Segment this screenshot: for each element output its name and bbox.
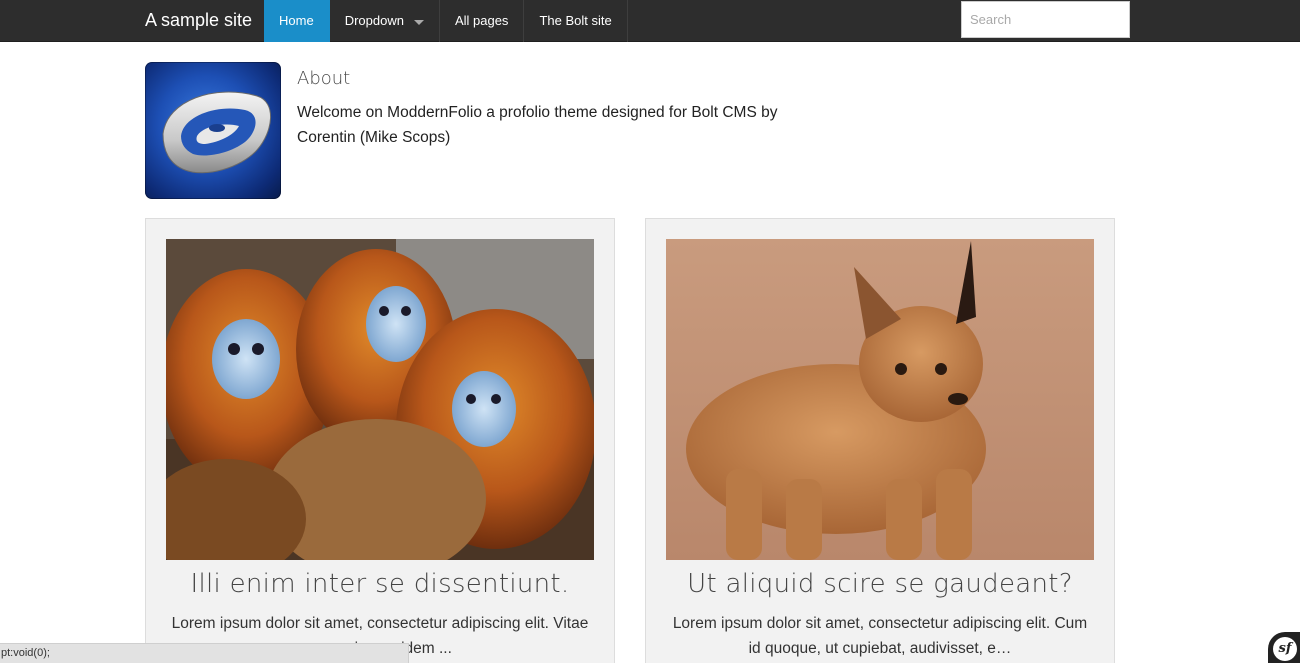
main-nav: Home Dropdown All pages The Bolt site [264, 0, 628, 42]
card-excerpt: Lorem ipsum dolor sit amet, consectetur … [672, 615, 1088, 657]
nav-item-label: Dropdown [344, 13, 404, 28]
caret-down-icon [413, 19, 424, 25]
nav-item-dropdown[interactable]: Dropdown [330, 0, 440, 42]
caracal-photo[interactable] [666, 239, 1094, 560]
portfolio-card: Ut aliquid scire se gaudeant? Lorem ipsu… [645, 218, 1115, 663]
symfony-icon: sf [1273, 637, 1297, 661]
monkeys-image [166, 239, 594, 560]
site-brand-link[interactable]: A sample site [145, 0, 252, 42]
about-title: About [297, 68, 351, 89]
card-title[interactable]: Illi enim inter se dissentiunt. [146, 569, 614, 599]
portfolio-card: Illi enim inter se dissentiunt. Lorem ip… [145, 218, 615, 663]
nav-item-label: Home [279, 13, 314, 28]
about-text: Welcome on ModdernFolio a profolio theme… [297, 104, 778, 146]
nav-item-home[interactable]: Home [264, 0, 330, 42]
nav-item-all-pages[interactable]: All pages [440, 0, 525, 42]
monkeys-photo[interactable] [166, 239, 594, 560]
browser-status-bar: pt:void(0); [0, 643, 409, 663]
search-input[interactable] [961, 1, 1130, 38]
top-navbar: A sample site Home Dropdown All pages Th… [0, 0, 1300, 42]
card-title[interactable]: Ut aliquid scire se gaudeant? [646, 569, 1114, 599]
symfony-debug-toolbar-toggle[interactable]: sf [1268, 632, 1300, 663]
bolt-logo-image [145, 62, 281, 199]
nav-item-bolt-site[interactable]: The Bolt site [524, 0, 628, 42]
nav-item-label: The Bolt site [539, 13, 612, 28]
caracal-image [666, 239, 1094, 560]
nav-item-label: All pages [454, 13, 509, 28]
bolt-eye-logo-icon [162, 91, 271, 174]
